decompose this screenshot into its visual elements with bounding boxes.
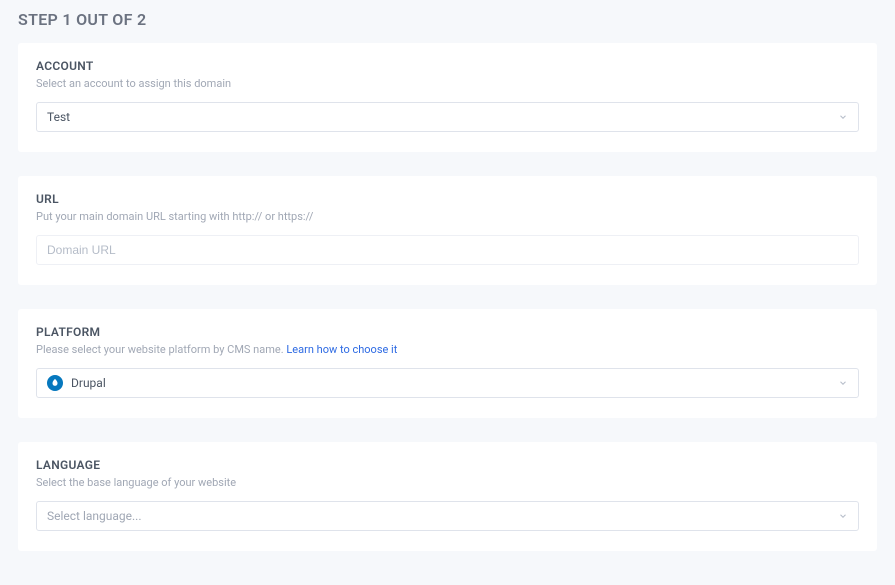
platform-learn-link[interactable]: Learn how to choose it — [286, 343, 397, 356]
url-description: Put your main domain URL starting with h… — [36, 210, 859, 223]
drupal-icon — [47, 375, 63, 391]
platform-description: Please select your website platform by C… — [36, 343, 859, 356]
platform-select-value: Drupal — [71, 376, 106, 390]
page-title: STEP 1 OUT OF 2 — [18, 10, 877, 29]
account-label: ACCOUNT — [36, 59, 859, 73]
url-card: URL Put your main domain URL starting wi… — [18, 176, 877, 285]
account-select-value: Test — [47, 110, 70, 124]
language-card: LANGUAGE Select the base language of you… — [18, 442, 877, 551]
chevron-down-icon — [838, 112, 848, 122]
platform-label: PLATFORM — [36, 325, 859, 339]
account-card: ACCOUNT Select an account to assign this… — [18, 43, 877, 152]
url-input[interactable] — [36, 235, 859, 265]
platform-description-text: Please select your website platform by C… — [36, 343, 286, 356]
chevron-down-icon — [838, 511, 848, 521]
language-select-placeholder: Select language... — [47, 509, 142, 523]
platform-select[interactable]: Drupal — [36, 368, 859, 398]
account-description: Select an account to assign this domain — [36, 77, 859, 90]
platform-card: PLATFORM Please select your website plat… — [18, 309, 877, 418]
url-label: URL — [36, 192, 859, 206]
account-select[interactable]: Test — [36, 102, 859, 132]
language-select[interactable]: Select language... — [36, 501, 859, 531]
language-label: LANGUAGE — [36, 458, 859, 472]
chevron-down-icon — [838, 378, 848, 388]
language-description: Select the base language of your website — [36, 476, 859, 489]
